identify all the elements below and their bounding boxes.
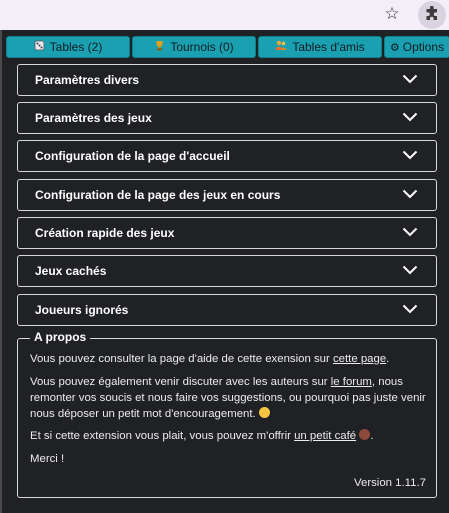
section-label: Paramètres des jeux	[35, 111, 152, 125]
tab-tables-amis-label: Tables d'amis	[292, 40, 365, 54]
chevron-down-icon	[402, 150, 418, 160]
about-panel: A propos Vous pouvez consulter la page d…	[17, 330, 437, 498]
browser-toolbar: ☆	[0, 0, 449, 30]
coffee-cup-icon	[359, 429, 371, 440]
chevron-down-icon	[402, 304, 418, 314]
section-label: Création rapide des jeux	[35, 226, 175, 240]
gear-icon: ⚙	[389, 42, 400, 54]
star-icon[interactable]: ☆	[383, 5, 401, 23]
about-thanks: Merci !	[30, 453, 65, 465]
forum-link[interactable]: le forum	[331, 376, 372, 388]
trophy-icon	[154, 38, 165, 58]
about-forum-text: Vous pouvez également venir discuter ave…	[30, 376, 426, 420]
tab-options[interactable]: ⚙ Options	[384, 36, 449, 58]
tab-tables-amis[interactable]: Tables d'amis	[258, 36, 382, 58]
tab-options-label: Options	[402, 40, 445, 54]
tab-tables[interactable]: Tables (2)	[6, 36, 130, 58]
tab-tables-label: Tables (2)	[49, 40, 103, 54]
section-parametres-divers[interactable]: Paramètres divers	[17, 64, 437, 96]
extension-button[interactable]	[418, 1, 446, 29]
chevron-down-icon	[402, 189, 418, 199]
section-label: Joueurs ignorés	[35, 303, 129, 317]
section-label: Configuration de la page d'accueil	[35, 149, 230, 163]
coffee-link[interactable]: un petit café	[294, 430, 356, 442]
chevron-down-icon	[402, 112, 418, 122]
about-coffee-text: Et si cette extension vous plait, vous p…	[30, 429, 374, 442]
help-page-link[interactable]: cette page	[333, 353, 386, 365]
section-parametres-jeux[interactable]: Paramètres des jeux	[17, 102, 437, 134]
section-label: Jeux cachés	[35, 264, 107, 278]
section-jeux-caches[interactable]: Jeux cachés	[17, 255, 437, 287]
tab-tournois[interactable]: Tournois (0)	[132, 36, 256, 58]
tab-tournois-label: Tournois (0)	[170, 40, 234, 54]
section-creation-rapide[interactable]: Création rapide des jeux	[17, 217, 437, 249]
section-label: Configuration de la page des jeux en cou…	[35, 188, 281, 202]
friends-icon	[275, 38, 287, 58]
extension-popup: Tables (2) Tournois (0) Tables d'amis ⚙ O…	[0, 30, 449, 513]
section-joueurs-ignores[interactable]: Joueurs ignorés	[17, 294, 437, 326]
section-label: Paramètres divers	[35, 73, 140, 87]
about-title: A propos	[30, 330, 91, 344]
section-config-accueil[interactable]: Configuration de la page d'accueil	[17, 140, 437, 172]
chevron-down-icon	[402, 74, 418, 84]
version-label: Version 1.11.7	[354, 477, 426, 489]
section-config-jeux-en-cours[interactable]: Configuration de la page des jeux en cou…	[17, 179, 437, 211]
chevron-down-icon	[402, 265, 418, 275]
about-help-text: Vous pouvez consulter la page d'aide de …	[30, 353, 390, 365]
chevron-down-icon	[402, 227, 418, 237]
smile-emoji-icon	[258, 407, 270, 418]
puzzle-icon	[426, 6, 437, 20]
dice-icon	[34, 38, 45, 58]
